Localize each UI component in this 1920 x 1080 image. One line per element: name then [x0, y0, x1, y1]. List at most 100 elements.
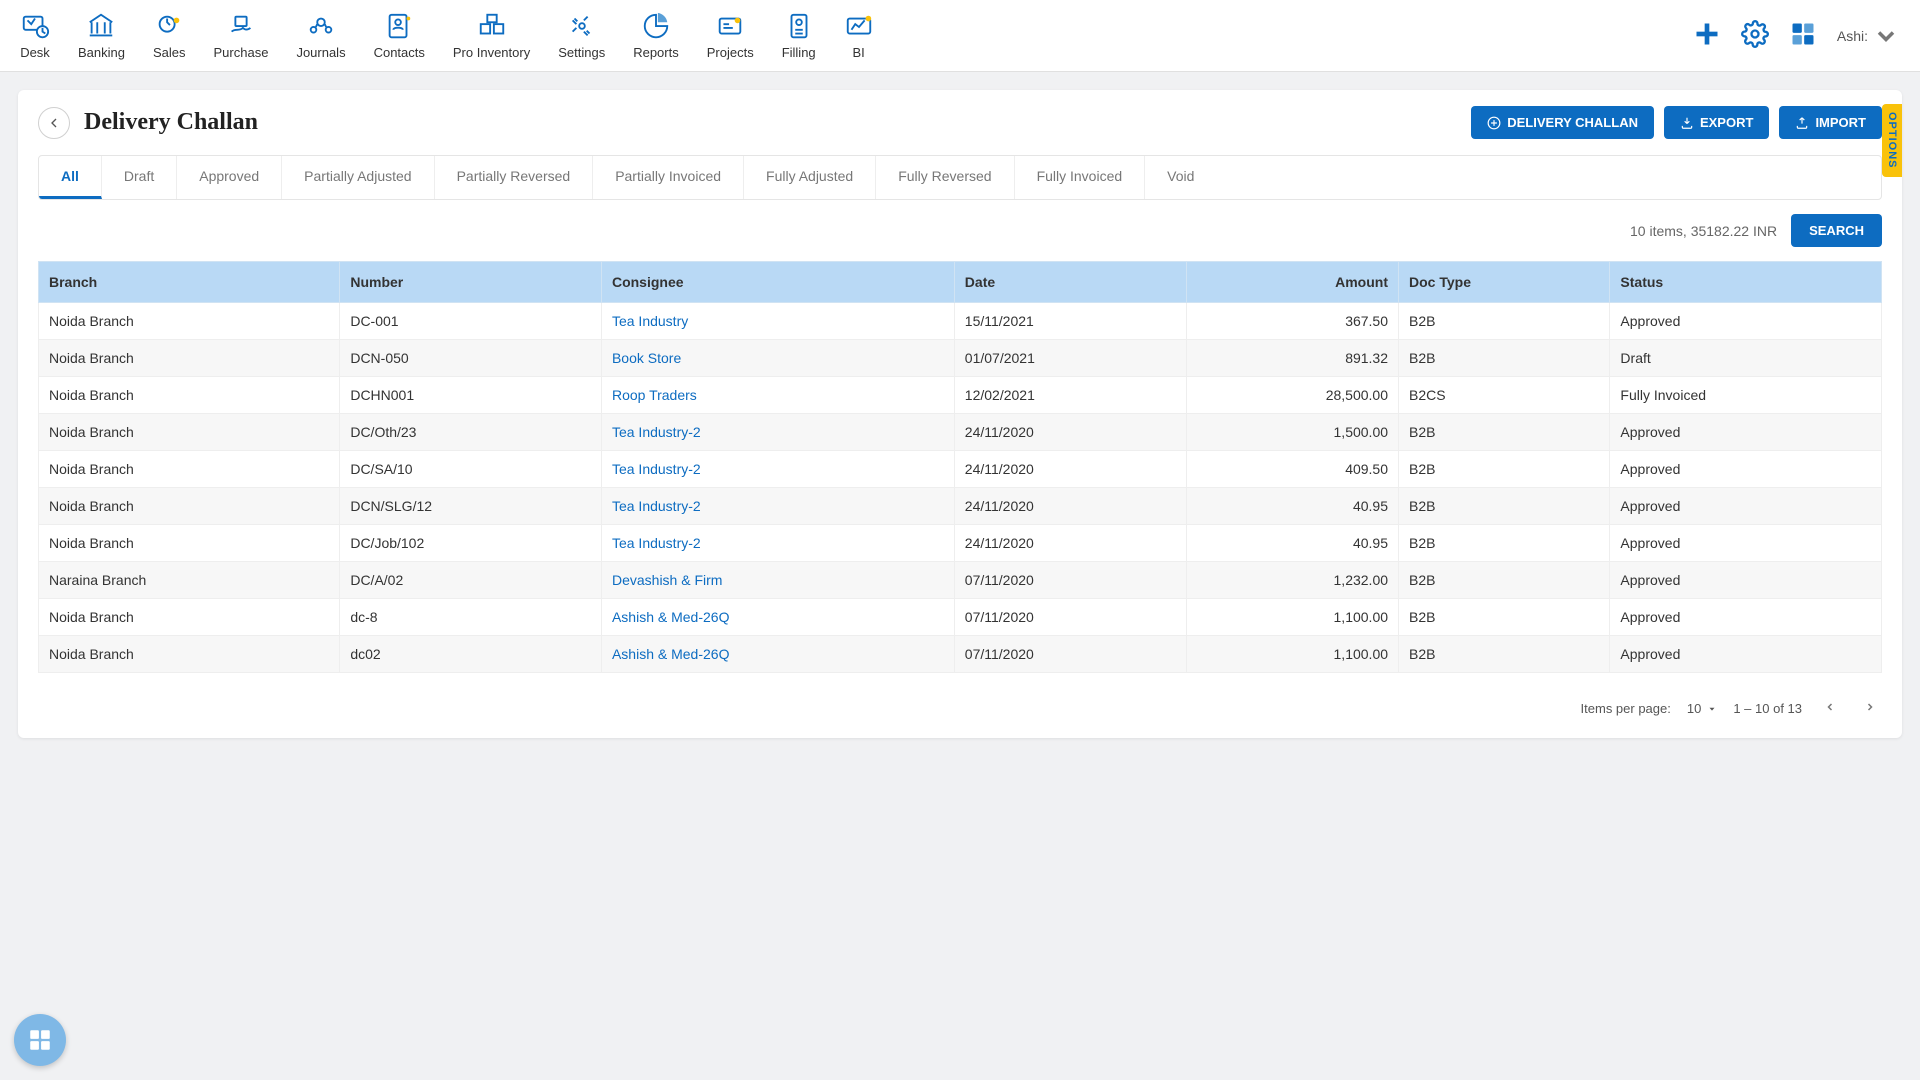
cell-number: DC/Oth/23: [340, 414, 602, 451]
cell-branch: Noida Branch: [39, 451, 340, 488]
nav-item-pro-inventory[interactable]: Pro Inventory: [453, 11, 530, 60]
cell-consignee[interactable]: Tea Industry-2: [601, 525, 954, 562]
tab-fully-invoiced[interactable]: Fully Invoiced: [1015, 156, 1146, 199]
nav-item-contacts[interactable]: Contacts: [374, 11, 425, 60]
cell-consignee[interactable]: Tea Industry: [601, 303, 954, 340]
table-row[interactable]: Noida BranchDCHN001Roop Traders12/02/202…: [39, 377, 1882, 414]
table-row[interactable]: Noida Branchdc-8Ashish & Med-26Q07/11/20…: [39, 599, 1882, 636]
cell-consignee[interactable]: Tea Industry-2: [601, 414, 954, 451]
cell-amount: 1,100.00: [1186, 599, 1398, 636]
tab-partially-reversed[interactable]: Partially Reversed: [435, 156, 594, 199]
cell-status: Fully Invoiced: [1610, 377, 1882, 414]
cell-consignee[interactable]: Devashish & Firm: [601, 562, 954, 599]
tab-fully-reversed[interactable]: Fully Reversed: [876, 156, 1014, 199]
tab-approved[interactable]: Approved: [177, 156, 282, 199]
col-amount[interactable]: Amount: [1186, 262, 1398, 303]
tab-all[interactable]: All: [39, 156, 102, 199]
nav-item-reports[interactable]: Reports: [633, 11, 679, 60]
table-row[interactable]: Noida BranchDC-001Tea Industry15/11/2021…: [39, 303, 1882, 340]
table-row[interactable]: Naraina BranchDC/A/02Devashish & Firm07/…: [39, 562, 1882, 599]
gear-icon[interactable]: [1741, 20, 1769, 51]
cell-status: Approved: [1610, 562, 1882, 599]
search-button[interactable]: SEARCH: [1791, 214, 1882, 247]
back-button[interactable]: [38, 107, 70, 139]
cell-amount: 409.50: [1186, 451, 1398, 488]
page-title: Delivery Challan: [84, 109, 1471, 136]
tab-void[interactable]: Void: [1145, 156, 1216, 199]
cell-branch: Noida Branch: [39, 340, 340, 377]
cell-doctype: B2B: [1399, 562, 1610, 599]
nav-label: Journals: [296, 45, 345, 60]
cell-branch: Noida Branch: [39, 525, 340, 562]
cell-consignee[interactable]: Book Store: [601, 340, 954, 377]
cell-consignee[interactable]: Roop Traders: [601, 377, 954, 414]
new-delivery-challan-button[interactable]: DELIVERY CHALLAN: [1471, 106, 1654, 139]
user-menu[interactable]: Ashi:: [1837, 22, 1900, 50]
import-button[interactable]: IMPORT: [1779, 106, 1882, 139]
cell-doctype: B2B: [1399, 340, 1610, 377]
cell-amount: 40.95: [1186, 488, 1398, 525]
col-status[interactable]: Status: [1610, 262, 1882, 303]
col-doc-type[interactable]: Doc Type: [1399, 262, 1610, 303]
tab-draft[interactable]: Draft: [102, 156, 177, 199]
options-side-tab[interactable]: OPTIONS: [1882, 104, 1902, 177]
cell-branch: Noida Branch: [39, 636, 340, 673]
app-launcher-fab[interactable]: [14, 1014, 66, 1066]
user-name: Ashi:: [1837, 28, 1868, 44]
cell-branch: Noida Branch: [39, 599, 340, 636]
nav-label: Settings: [558, 45, 605, 60]
cell-amount: 40.95: [1186, 525, 1398, 562]
cell-date: 07/11/2020: [954, 599, 1186, 636]
nav-item-sales[interactable]: Sales: [153, 11, 186, 60]
table-row[interactable]: Noida Branchdc02Ashish & Med-26Q07/11/20…: [39, 636, 1882, 673]
export-button-label: EXPORT: [1700, 115, 1753, 130]
cell-doctype: B2B: [1399, 599, 1610, 636]
col-date[interactable]: Date: [954, 262, 1186, 303]
cell-branch: Noida Branch: [39, 303, 340, 340]
nav-item-purchase[interactable]: Purchase: [214, 11, 269, 60]
cell-doctype: B2B: [1399, 525, 1610, 562]
table-row[interactable]: Noida BranchDC/SA/10Tea Industry-224/11/…: [39, 451, 1882, 488]
col-branch[interactable]: Branch: [39, 262, 340, 303]
cell-doctype: B2B: [1399, 636, 1610, 673]
paginator: Items per page: 10 1 – 10 of 13: [18, 685, 1902, 738]
tab-partially-invoiced[interactable]: Partially Invoiced: [593, 156, 744, 199]
next-page-button[interactable]: [1858, 697, 1882, 720]
cell-amount: 1,232.00: [1186, 562, 1398, 599]
cell-branch: Noida Branch: [39, 414, 340, 451]
nav-item-banking[interactable]: Banking: [78, 11, 125, 60]
challan-table: BranchNumberConsigneeDateAmountDoc TypeS…: [38, 261, 1882, 673]
calculator-icon[interactable]: [1789, 20, 1817, 51]
nav-label: Pro Inventory: [453, 45, 530, 60]
nav-item-journals[interactable]: Journals: [296, 11, 345, 60]
nav-item-settings[interactable]: Settings: [558, 11, 605, 60]
prev-page-button[interactable]: [1818, 697, 1842, 720]
cell-doctype: B2B: [1399, 303, 1610, 340]
cell-date: 07/11/2020: [954, 636, 1186, 673]
nav-item-desk[interactable]: Desk: [20, 11, 50, 60]
nav-label: BI: [853, 45, 865, 60]
export-button[interactable]: EXPORT: [1664, 106, 1769, 139]
col-consignee[interactable]: Consignee: [601, 262, 954, 303]
cell-consignee[interactable]: Ashish & Med-26Q: [601, 599, 954, 636]
cell-number: DC/Job/102: [340, 525, 602, 562]
tab-fully-adjusted[interactable]: Fully Adjusted: [744, 156, 876, 199]
table-row[interactable]: Noida BranchDCN-050Book Store01/07/20218…: [39, 340, 1882, 377]
tab-partially-adjusted[interactable]: Partially Adjusted: [282, 156, 434, 199]
nav-item-filling[interactable]: Filling: [782, 11, 816, 60]
nav-item-projects[interactable]: Projects: [707, 11, 754, 60]
nav-item-bi[interactable]: BI: [844, 11, 874, 60]
cell-consignee[interactable]: Ashish & Med-26Q: [601, 636, 954, 673]
cell-amount: 1,500.00: [1186, 414, 1398, 451]
table-row[interactable]: Noida BranchDC/Oth/23Tea Industry-224/11…: [39, 414, 1882, 451]
cell-consignee[interactable]: Tea Industry-2: [601, 488, 954, 525]
table-row[interactable]: Noida BranchDC/Job/102Tea Industry-224/1…: [39, 525, 1882, 562]
cell-number: DCN/SLG/12: [340, 488, 602, 525]
cell-date: 24/11/2020: [954, 414, 1186, 451]
col-number[interactable]: Number: [340, 262, 602, 303]
add-icon[interactable]: [1693, 20, 1721, 51]
cell-consignee[interactable]: Tea Industry-2: [601, 451, 954, 488]
cell-amount: 891.32: [1186, 340, 1398, 377]
items-per-page-select[interactable]: 10: [1687, 701, 1717, 716]
table-row[interactable]: Noida BranchDCN/SLG/12Tea Industry-224/1…: [39, 488, 1882, 525]
